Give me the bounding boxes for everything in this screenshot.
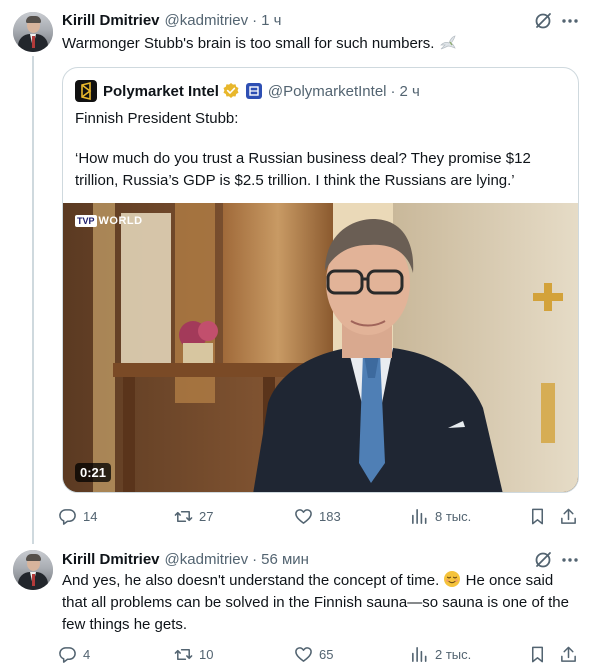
quoted-author-name[interactable]: Polymarket Intel	[103, 83, 219, 100]
reply-icon	[59, 646, 76, 663]
bookmark-icon	[531, 508, 544, 524]
separator-dot: ·	[390, 82, 396, 100]
bookmark-button[interactable]	[528, 504, 547, 528]
tweet-timestamp[interactable]: 56 мин	[261, 551, 309, 568]
tvp-logo-box: TVP	[75, 215, 97, 227]
views-chart-icon	[412, 646, 427, 662]
tweet-text-part1: And yes, he also doesn't understand the …	[62, 572, 440, 589]
bookmark-icon	[531, 646, 544, 662]
views-button[interactable]: 8 тыс.	[410, 504, 471, 528]
author-handle[interactable]: @kadmitriev	[165, 12, 249, 29]
tweet-text: And yes, he also doesn't understand the …	[62, 570, 582, 636]
video-duration: 0:21	[75, 463, 112, 482]
retweet-button[interactable]: 10	[174, 642, 213, 666]
reply-count: 4	[83, 646, 91, 662]
quoted-timestamp[interactable]: 2 ч	[400, 83, 420, 100]
retweet-button[interactable]: 27	[174, 504, 213, 528]
author-avatar[interactable]	[13, 550, 53, 590]
reply-button[interactable]: 14	[58, 504, 97, 528]
retweet-icon	[174, 510, 193, 522]
tweet-text-content: Warmonger Stubb's brain is too small for…	[62, 35, 435, 52]
thread-connector-line	[32, 56, 34, 544]
views-count: 8 тыс.	[435, 508, 472, 524]
share-icon	[561, 646, 576, 662]
retweet-count: 27	[199, 508, 214, 524]
author-handle[interactable]: @kadmitriev	[165, 551, 249, 568]
quoted-text-line1: Finnish President Stubb:	[75, 110, 239, 127]
tweet-text: Warmonger Stubb's brain is too small for…	[62, 33, 574, 55]
like-button[interactable]: 65	[294, 642, 333, 666]
retweet-count: 10	[199, 646, 214, 662]
share-icon	[561, 508, 576, 524]
tweet-actions: 4 10 65 2 тыс.	[58, 642, 583, 666]
tweet-header: Kirill Dmitriev @kadmitriev · 56 мин	[62, 549, 544, 569]
grok-icon[interactable]	[533, 550, 553, 570]
heart-icon	[295, 646, 312, 662]
polymarket-logo[interactable]	[75, 80, 97, 102]
author-avatar[interactable]	[13, 12, 53, 52]
share-button[interactable]	[559, 504, 578, 528]
separator-dot: ·	[252, 550, 258, 568]
tweet-reply[interactable]: Kirill Dmitriev @kadmitriev · 56 мин And…	[0, 540, 604, 670]
more-options-icon[interactable]	[560, 550, 580, 570]
affiliate-badge-icon[interactable]	[245, 83, 262, 99]
quoted-author-handle[interactable]: @PolymarketIntel	[268, 83, 387, 100]
relieved-face-icon	[444, 571, 461, 587]
separator-dot: ·	[252, 11, 258, 29]
like-button[interactable]: 183	[294, 504, 341, 528]
heart-icon	[295, 508, 312, 524]
reply-icon	[59, 508, 76, 525]
reply-button[interactable]: 4	[58, 642, 90, 666]
verified-badge-icon[interactable]	[222, 82, 240, 100]
tvp-world-logo: TVP WORLD	[75, 213, 143, 229]
tweet-main[interactable]: Kirill Dmitriev @kadmitriev · 1 ч Warmon…	[0, 0, 604, 544]
author-name[interactable]: Kirill Dmitriev	[62, 12, 160, 29]
retweet-icon	[174, 648, 193, 660]
more-options-icon[interactable]	[560, 11, 580, 31]
quoted-tweet-header: Polymarket Intel @PolymarketIntel · 2 ч	[75, 80, 420, 102]
views-button[interactable]: 2 тыс.	[410, 642, 471, 666]
like-count: 65	[319, 646, 334, 662]
quoted-tweet[interactable]: Polymarket Intel @PolymarketIntel · 2 ч …	[62, 67, 579, 493]
tweet-header: Kirill Dmitriev @kadmitriev · 1 ч	[62, 10, 544, 30]
views-count: 2 тыс.	[435, 646, 472, 662]
like-count: 183	[319, 508, 341, 524]
views-chart-icon	[412, 508, 427, 524]
dove-icon	[439, 35, 456, 50]
share-button[interactable]	[559, 642, 578, 666]
grok-icon[interactable]	[533, 11, 553, 31]
video-thumbnail	[63, 203, 578, 492]
tweet-timestamp[interactable]: 1 ч	[261, 12, 281, 29]
bookmark-button[interactable]	[528, 642, 547, 666]
video-player[interactable]: TVP WORLD 0:21	[63, 203, 578, 492]
reply-count: 14	[83, 508, 98, 524]
author-name[interactable]: Kirill Dmitriev	[62, 551, 160, 568]
tweet-actions: 14 27 183 8 тыс.	[58, 504, 583, 528]
quoted-text-line2: ‘How much do you trust a Russian busines…	[75, 150, 531, 189]
tvp-logo-word: WORLD	[98, 215, 143, 227]
